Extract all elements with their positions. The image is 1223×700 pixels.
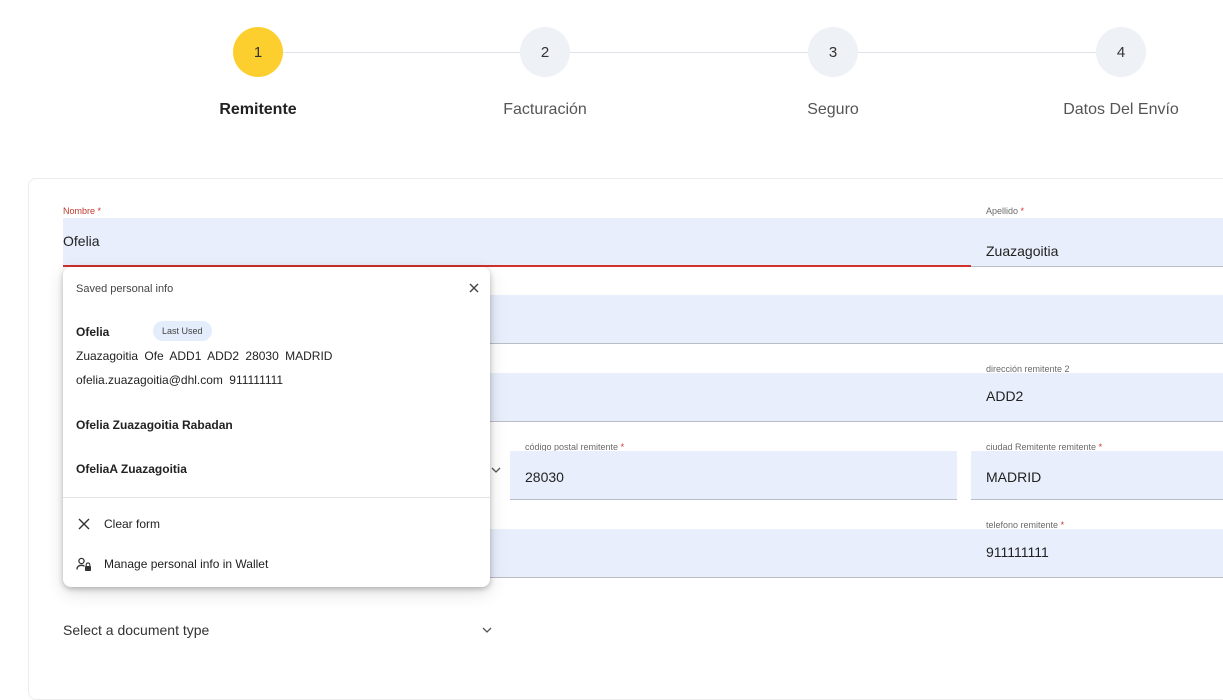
clear-form-button[interactable]: Clear form (76, 510, 160, 538)
close-icon[interactable] (467, 281, 481, 295)
manage-wallet-label: Manage personal info in Wallet (104, 557, 269, 571)
entry-name: Ofelia Zuazagoitia Rabadan (76, 418, 233, 432)
apellido-value: Zuazagoitia (986, 243, 1059, 259)
chevron-down-icon[interactable] (491, 465, 501, 475)
step-2-circle[interactable]: 2 (520, 27, 570, 77)
entry-name: OfeliaA Zuazagoitia (76, 462, 187, 476)
ciudad-value: MADRID (986, 469, 1042, 485)
document-type-select[interactable]: Select a document type (63, 622, 209, 638)
nombre-label: Nombre * (63, 206, 102, 216)
autofill-entry-ofeliaa[interactable]: OfeliaA Zuazagoitia (63, 453, 490, 487)
step-2-label: Facturación (503, 101, 587, 118)
step-3-label: Seguro (807, 101, 859, 118)
person-lock-icon (76, 557, 91, 571)
step-connector (570, 52, 808, 53)
telefono-value: 911111111 (986, 544, 1049, 560)
manage-wallet-button[interactable]: Manage personal info in Wallet (76, 550, 268, 578)
autofill-entry-ofelia[interactable]: Ofelia Last Used Zuazagoitia Ofe ADD1 AD… (63, 317, 490, 399)
step-connector (858, 52, 1096, 53)
direccion-2-value: ADD2 (986, 388, 1024, 404)
codigo-postal-value: 28030 (525, 469, 564, 485)
entry-name: Ofelia (76, 325, 110, 339)
entry-contact: ofelia.zuazagoitia@dhl.com 911111111 (76, 373, 284, 387)
step-1-circle[interactable]: 1 (233, 27, 283, 77)
direccion-1-field[interactable] (490, 295, 1223, 344)
step-connector (283, 52, 520, 53)
last-used-badge: Last Used (153, 321, 212, 341)
telefono-prefix-field[interactable] (490, 529, 971, 578)
nombre-field[interactable] (63, 218, 971, 267)
autofill-popup: Saved personal info Ofelia Last Used Zua… (63, 267, 490, 587)
autofill-header: Saved personal info (76, 283, 174, 295)
codigo-postal-field[interactable] (510, 451, 957, 500)
apellido-label: Apellido * (986, 206, 1025, 216)
close-icon (78, 518, 90, 530)
step-4-label: Datos Del Envío (1063, 101, 1179, 118)
step-3-circle[interactable]: 3 (808, 27, 858, 77)
nombre-value: Ofelia (63, 233, 100, 249)
entry-address: Zuazagoitia Ofe ADD1 ADD2 28030 MADRID (76, 349, 333, 363)
divider (63, 497, 490, 498)
direccion-extra-field[interactable] (490, 373, 971, 422)
chevron-down-icon[interactable] (481, 625, 493, 635)
step-4-circle[interactable]: 4 (1096, 27, 1146, 77)
clear-form-label: Clear form (104, 517, 161, 531)
autofill-entry-ofelia-rabadan[interactable]: Ofelia Zuazagoitia Rabadan (63, 409, 490, 443)
step-1-label: Remitente (219, 101, 297, 118)
